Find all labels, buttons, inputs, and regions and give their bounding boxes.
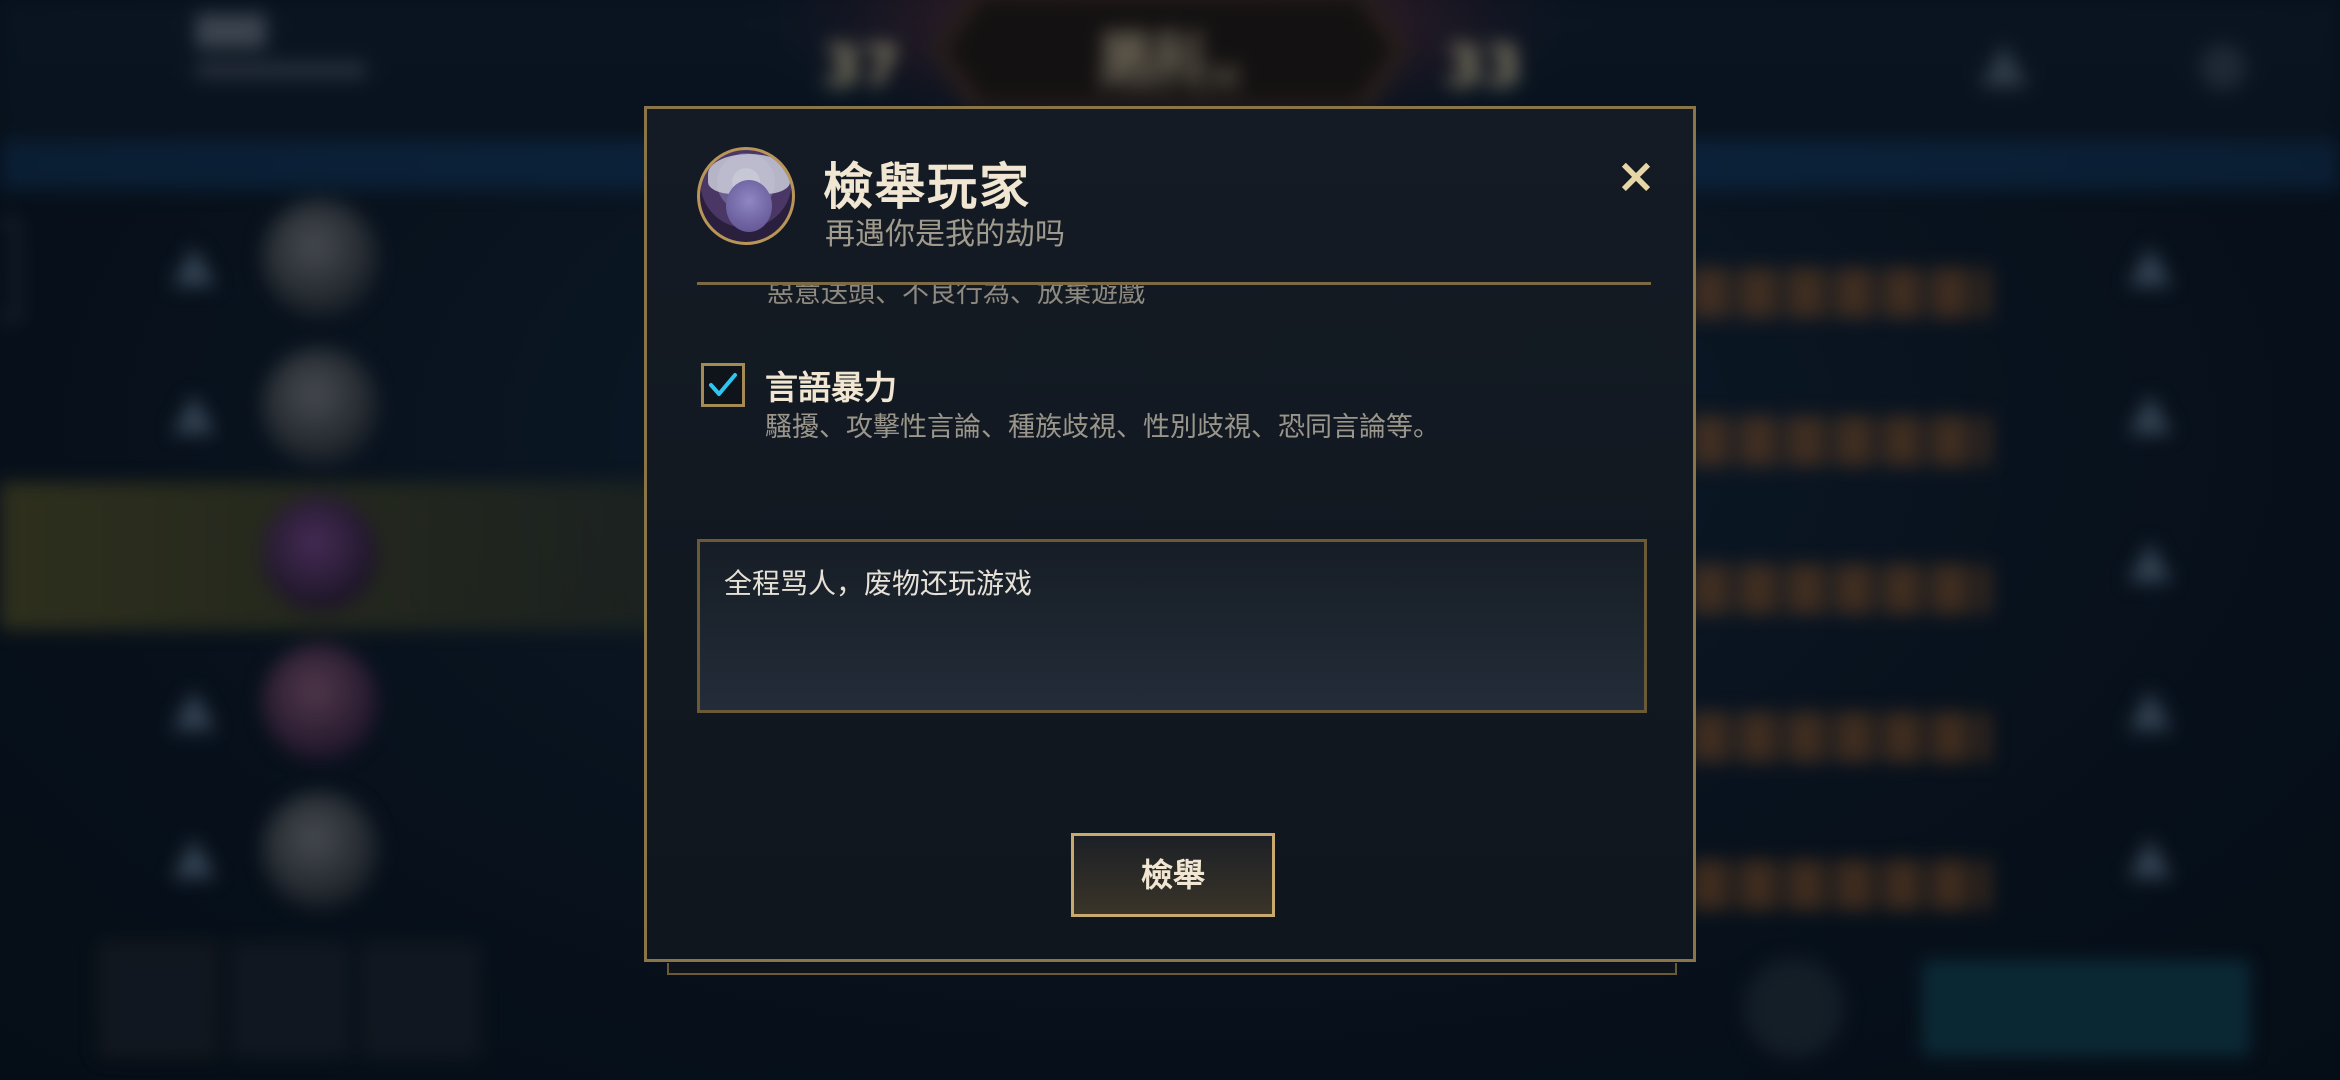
reported-player-name: 再遇你是我的劫吗 [825, 217, 1065, 252]
verbal-abuse-checkbox[interactable] [701, 363, 745, 407]
checkmark-icon [709, 373, 737, 396]
option-list-scroll[interactable]: 惡意送頭、不良行為、放棄遊戲 [697, 285, 1651, 321]
option-title[interactable]: 言語暴力 [765, 361, 897, 409]
report-comment-field[interactable]: 全程骂人，废物还玩游戏 [697, 539, 1647, 713]
clipped-option-text: 惡意送頭、不良行為、放棄遊戲 [767, 285, 1145, 309]
champion-portrait-icon [697, 147, 795, 245]
option-description: 騷擾、攻擊性言論、種族歧視、性別歧視、恐同言論等。 [765, 412, 1440, 443]
report-player-dialog: 檢舉玩家 再遇你是我的劫吗 × 惡意送頭、不良行為、放棄遊戲 言語暴力 騷擾、攻… [644, 106, 1696, 975]
submit-report-button[interactable]: 檢舉 [1071, 833, 1275, 917]
close-icon[interactable]: × [1613, 152, 1659, 200]
